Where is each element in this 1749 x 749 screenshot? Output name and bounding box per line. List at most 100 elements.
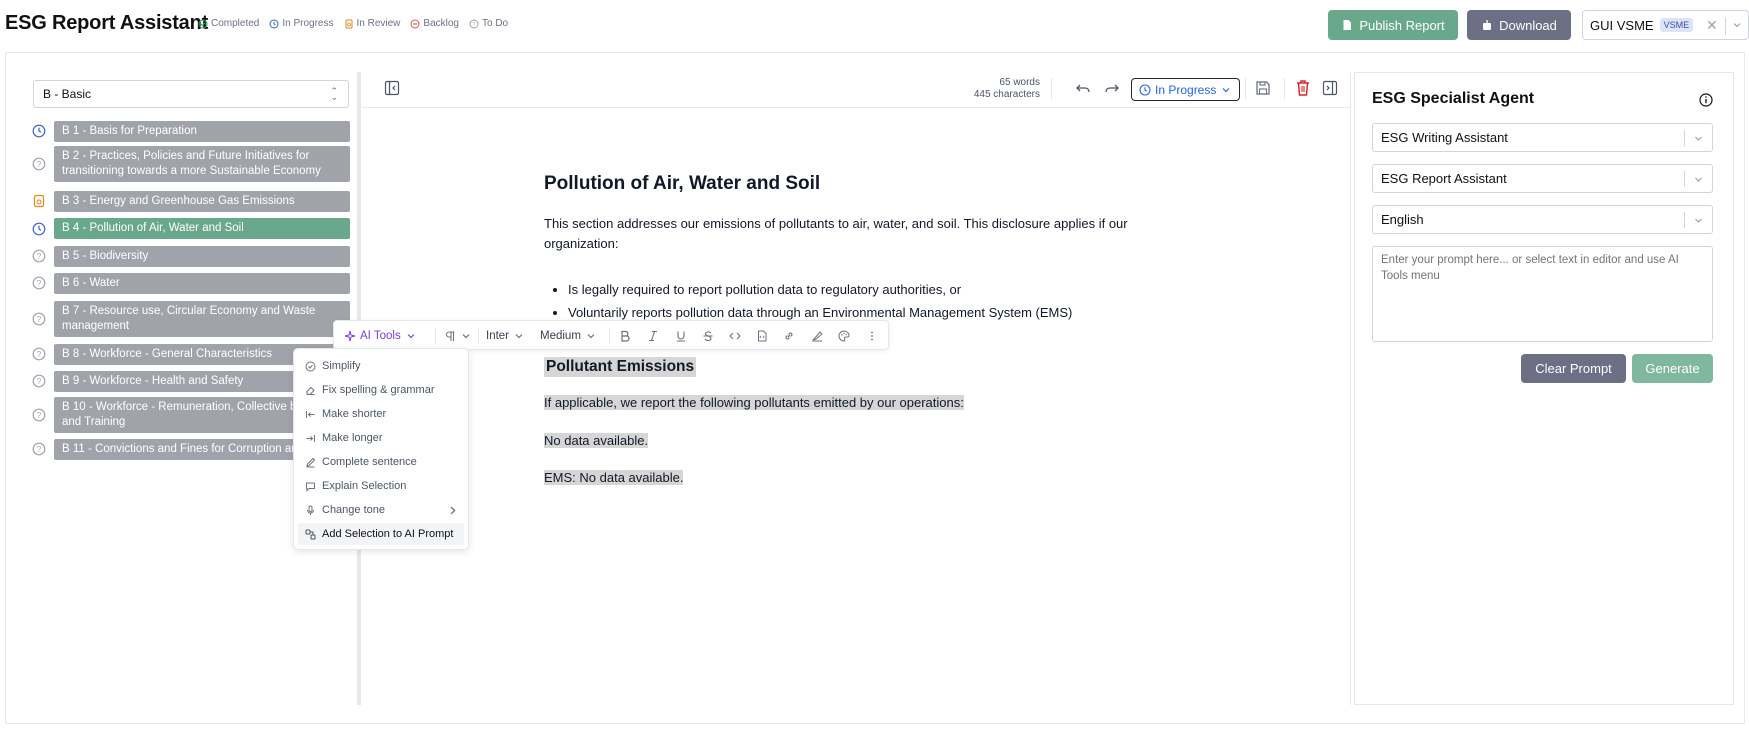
sidebar-item-label-line2: and Training [62,416,126,428]
menu-item-add-to-prompt[interactable]: Add Selection to AI Prompt [298,523,464,545]
toolbar-divider [478,328,479,344]
save-icon[interactable] [1255,80,1271,96]
legend-label: Backlog [423,18,459,29]
italic-button[interactable] [647,328,659,344]
sidebar-item-b2[interactable]: ? B 2 - Practices, Policies and Future I… [30,146,350,182]
sidebar-item-b4[interactable]: B 4 - Pollution of Air, Water and Soil [30,218,350,240]
menu-item-label: Explain Selection [322,480,407,492]
pen-icon [306,457,316,467]
sidebar-item-b6[interactable]: ? B 6 - Water [30,273,350,294]
sidebar-item-b1[interactable]: B 1 - Basis for Preparation [30,121,350,142]
assistant-select[interactable]: ESG Writing Assistant [1372,123,1713,152]
organization-select[interactable]: GUI VSME VSME ✕ [1582,10,1749,40]
link-button[interactable] [783,328,795,344]
chevron-down-icon [587,334,595,339]
code-button[interactable] [729,328,741,344]
sidebar-item-b5[interactable]: ? B 5 - Biodiversity [30,246,350,267]
chevron-down-icon [1695,177,1702,182]
menu-item-fix-spelling[interactable]: Fix spelling & grammar [298,379,464,401]
arrow-right-to-line-icon [306,434,315,442]
clock-icon [1139,83,1151,96]
info-icon[interactable] [1699,93,1713,107]
document-bullet-list: Is legally required to report pollution … [568,278,1072,324]
assistant-select-value: ESG Writing Assistant [1381,130,1508,145]
undo-icon[interactable] [1075,80,1091,96]
bullet-item[interactable]: Is legally required to report pollution … [568,278,1072,301]
underline-icon [677,331,685,342]
sidebar-item-b7[interactable]: ? B 7 - Resource use, Circular Economy a… [30,301,350,337]
menu-item-label: Make shorter [322,408,387,420]
underline-button[interactable] [675,328,687,344]
question-circle-icon: ? [32,157,46,171]
strikethrough-button[interactable] [702,328,714,344]
updown-chevron-icon: ⌃ ⌄ [330,86,338,102]
menu-item-make-longer[interactable]: Make longer [298,427,464,449]
svg-text:?: ? [37,411,42,420]
backlog-icon [410,19,420,28]
highlight-button[interactable] [811,328,823,344]
word-count: 65 words 445 characters [960,77,1040,101]
font-family-select[interactable]: Inter [486,328,525,344]
chevron-down-icon [407,334,415,339]
clock-icon [32,222,46,236]
question-circle-icon: ? [32,347,46,361]
collapse-panel-icon[interactable] [1322,80,1338,96]
question-circle-icon: ? [32,312,46,326]
legend-to-do: ? To Do [469,18,508,29]
check-circle-icon [198,19,208,28]
sidebar-item-b3[interactable]: B 3 - Energy and Greenhouse Gas Emission… [30,191,350,212]
menu-item-make-shorter[interactable]: Make shorter [298,403,464,425]
collapse-sidebar-icon[interactable] [384,80,400,96]
toolbar-divider [1245,78,1246,100]
toolbar-divider [1284,78,1285,100]
menu-item-simplify[interactable]: Simplify [298,355,464,377]
circle-check-icon [305,361,316,371]
paragraph-style-button[interactable] [444,328,472,344]
color-button[interactable] [838,328,850,344]
report-assistant-select[interactable]: ESG Report Assistant [1372,164,1713,193]
document-status-dropdown[interactable]: In Progress [1131,78,1240,101]
document-heading[interactable]: Pollution of Air, Water and Soil [544,173,820,195]
generate-button[interactable]: Generate [1632,354,1713,383]
code-block-button[interactable] [756,328,768,344]
document-paragraph[interactable]: If applicable, we report the following p… [544,395,964,410]
document-subheading[interactable]: Pollutant Emissions [544,357,697,377]
clear-prompt-button[interactable]: Clear Prompt [1521,354,1626,383]
publish-report-button[interactable]: Publish Report [1328,10,1458,40]
prompt-input[interactable] [1372,246,1713,342]
download-button[interactable]: Download [1467,10,1571,40]
question-circle-icon: ? [32,374,46,388]
word-count-words: 65 words [999,77,1040,88]
legend-label: In Review [356,18,401,29]
trash-icon[interactable] [1295,79,1311,97]
select-divider [1684,130,1685,146]
agent-title: ESG Specialist Agent [1372,90,1535,107]
select-divider [1684,171,1685,187]
document-paragraph[interactable]: EMS: No data available. [544,470,684,485]
svg-text:?: ? [37,160,42,169]
strikethrough-icon [703,331,713,341]
redo-icon[interactable] [1104,80,1120,96]
toolbar-divider [435,328,436,344]
document-paragraph[interactable]: No data available. [544,433,649,448]
menu-item-complete-sentence[interactable]: Complete sentence [298,451,464,473]
language-select[interactable]: English [1372,205,1713,234]
sidebar-item-label-line1: B 10 - Workforce - Remuneration, Collect… [62,401,303,413]
ai-tools-button[interactable]: AI Tools [344,328,417,344]
status-label: In Progress [1155,82,1217,97]
menu-item-label: Make longer [322,432,383,444]
chevron-down-icon[interactable] [1732,20,1742,30]
section-select[interactable]: B - Basic ⌃ ⌄ [33,80,349,108]
clock-icon [269,19,279,28]
menu-item-explain-selection[interactable]: Explain Selection [298,475,464,497]
document-intro[interactable]: This section addresses our emissions of … [544,214,1144,254]
font-weight-select[interactable]: Medium [540,328,597,344]
toolbar-divider [609,328,610,344]
svg-text:?: ? [37,252,42,261]
menu-item-change-tone[interactable]: Change tone [298,499,464,521]
bold-button[interactable] [619,328,631,344]
more-button[interactable] [866,328,878,344]
report-assistant-select-value: ESG Report Assistant [1381,171,1507,186]
clear-icon[interactable]: ✕ [1706,17,1718,34]
legend-in-review: In Review [344,18,401,29]
